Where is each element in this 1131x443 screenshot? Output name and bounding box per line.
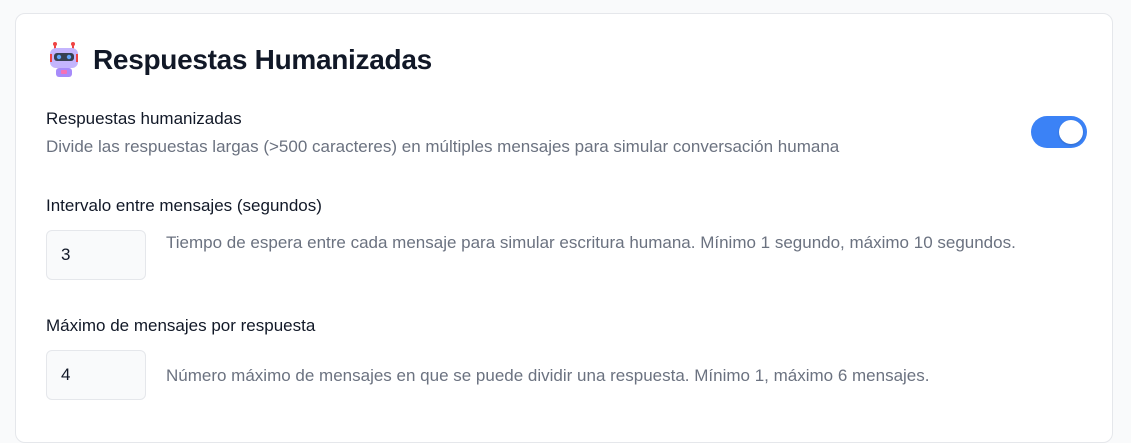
humanized-label: Respuestas humanizadas xyxy=(46,109,242,128)
robot-icon xyxy=(50,42,78,77)
section-header: Respuestas Humanizadas xyxy=(47,42,432,78)
page-title: Respuestas Humanizadas xyxy=(93,44,432,75)
max-messages-label: Máximo de mensajes por respuesta xyxy=(46,316,316,335)
interval-help: Tiempo de espera entre cada mensaje para… xyxy=(166,233,1016,252)
interval-input[interactable] xyxy=(46,230,146,280)
humanized-description: Divide las respuestas largas (>500 carac… xyxy=(46,137,840,156)
interval-label: Intervalo entre mensajes (segundos) xyxy=(46,196,322,215)
max-messages-input[interactable] xyxy=(46,350,146,400)
toggle-knob xyxy=(1059,120,1083,144)
settings-card: Respuestas Humanizadas Respuestas humani… xyxy=(15,13,1113,443)
humanized-toggle[interactable] xyxy=(1031,116,1087,148)
max-messages-help: Número máximo de mensajes en que se pued… xyxy=(166,366,930,385)
